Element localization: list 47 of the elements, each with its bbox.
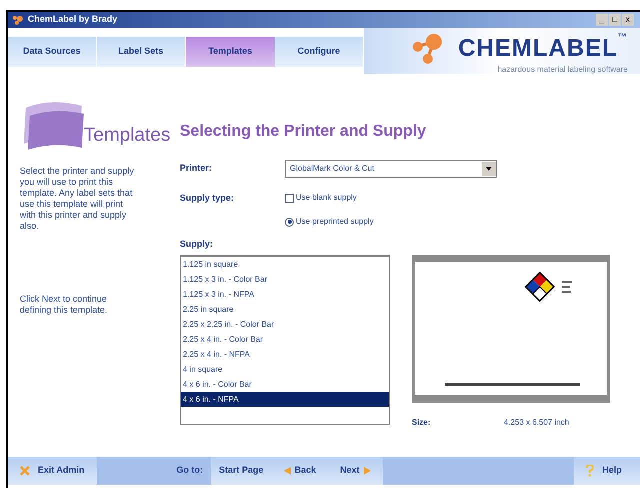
logo-text: CHEMLABEL™ (458, 31, 628, 64)
help-button[interactable]: Help (574, 457, 634, 485)
start-page-button[interactable]: Start Page (211, 457, 272, 485)
nav-tab[interactable]: Configure (275, 37, 364, 67)
page-heading: Selecting the Printer and Supply (180, 122, 428, 142)
next-button[interactable]: Next (328, 457, 383, 485)
exit-admin-button[interactable]: Exit Admin (8, 457, 97, 485)
option-label: Use blank supply (296, 192, 357, 204)
supply-list-item[interactable]: 4 in square (181, 362, 389, 376)
close-button[interactable]: x (622, 14, 634, 26)
supply-list-item[interactable]: 4 x 6 in. - NFPA (181, 392, 389, 406)
right-arrow-icon (364, 467, 371, 475)
nav-tab[interactable]: Data Sources (8, 37, 97, 67)
supply-list-item[interactable]: 1.125 x 3 in. - Color Bar (181, 272, 389, 286)
minimize-button[interactable]: _ (596, 14, 608, 26)
caret-icon (482, 162, 496, 176)
maximize-button[interactable]: □ (609, 14, 621, 26)
nav-tab[interactable]: Templates (186, 37, 275, 67)
supply-list-item[interactable]: 1.125 in square (181, 256, 389, 272)
supply-list-item[interactable]: 2.25 x 4 in. - NFPA (181, 346, 389, 362)
go-to-label: Go to: (96, 457, 212, 485)
supply-list-item[interactable]: 4 x 6 in. - Color Bar (181, 376, 389, 392)
size-value: 4.253 x 6.507 inch (504, 416, 570, 428)
supply-list-item[interactable]: 2.25 x 2.25 in. - Color Bar (181, 316, 389, 332)
logo-tagline: hazardous material labeling software (498, 64, 628, 76)
window-title: ChemLabel by Brady (28, 13, 118, 26)
radio-button[interactable] (285, 218, 294, 226)
supply-label: Supply: (180, 238, 214, 251)
app-icon (12, 15, 24, 25)
size-label: Size: (412, 416, 432, 428)
back-button[interactable]: Back (272, 457, 328, 485)
supply-list-item[interactable]: 1.125 x 3 in. - NFPA (181, 286, 389, 302)
printer-label: Printer: (180, 162, 214, 176)
checkbox[interactable] (285, 194, 294, 202)
help-text: Click Next to continue defining this template. (20, 294, 109, 316)
section-title: Templates (84, 124, 171, 148)
left-arrow-icon (284, 467, 291, 475)
supply-list-item[interactable]: 2.25 x 4 in. - Color Bar (181, 332, 389, 346)
question-mark-icon (586, 465, 594, 477)
supply-list-item[interactable]: 2.25 in square (181, 302, 389, 316)
printer-dropdown[interactable]: GlobalMark Color & Cut (285, 160, 497, 178)
nav-tab[interactable]: Label Sets (97, 37, 186, 67)
option-label: Use preprinted supply (296, 216, 374, 228)
supply-list[interactable] (180, 254, 390, 424)
x-icon (20, 466, 30, 476)
supply-type-label: Supply type: (180, 192, 236, 205)
help-text: Select the printer and supply you will use to print this template. Any label sets that use this template will print with this printer and supply also. (20, 166, 136, 232)
